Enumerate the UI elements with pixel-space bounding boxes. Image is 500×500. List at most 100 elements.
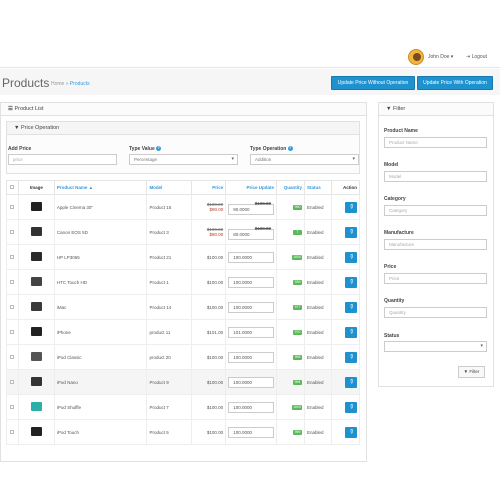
price-update-input[interactable]: 100.0000 bbox=[228, 376, 275, 388]
filter-input[interactable]: Price bbox=[384, 273, 487, 284]
action-cell: ✎ bbox=[330, 194, 361, 220]
product-list-heading: ☰ Product List bbox=[1, 103, 366, 116]
filter-icon: ▼ bbox=[386, 106, 392, 112]
row-checkbox[interactable] bbox=[10, 254, 15, 259]
action-cell: ✎ bbox=[330, 369, 361, 395]
status-cell: Enabled bbox=[304, 344, 332, 370]
image-cell bbox=[17, 294, 55, 320]
edit-button[interactable]: ✎ bbox=[345, 326, 357, 338]
type-operation-selected: Addition bbox=[255, 157, 272, 162]
price-update-cell: 100.0000 bbox=[225, 244, 278, 270]
price-update-input[interactable]: $100.00 80.0000 bbox=[228, 226, 275, 240]
model-cell: Product 7 bbox=[146, 394, 193, 420]
page-title: Products bbox=[2, 76, 50, 90]
filter-label: Quantity bbox=[384, 298, 405, 304]
price-update-input[interactable]: 100.0000 bbox=[228, 351, 275, 363]
help-icon: ? bbox=[156, 146, 162, 152]
filter-input[interactable]: Manufacture bbox=[384, 239, 487, 250]
edit-button[interactable]: ✎ bbox=[345, 201, 357, 213]
filter-input[interactable]: Quantity bbox=[384, 307, 487, 318]
row-checkbox[interactable] bbox=[10, 229, 15, 234]
quantity-header[interactable]: Quantity bbox=[276, 180, 306, 195]
row-checkbox[interactable] bbox=[10, 354, 15, 359]
price-cell: $100.00 $90.00 bbox=[191, 194, 227, 220]
price-update-input[interactable]: 100.0000 bbox=[228, 251, 275, 263]
product-name-cell: Canon EOS 5D bbox=[53, 219, 148, 245]
update-price-with-operation-button[interactable]: Update Price With Operation bbox=[417, 76, 493, 90]
edit-button[interactable]: ✎ bbox=[345, 426, 357, 438]
row-checkbox[interactable] bbox=[10, 304, 15, 309]
price-cell: $100.00 bbox=[191, 394, 227, 420]
row-checkbox[interactable] bbox=[10, 379, 15, 384]
filter-title: Filter bbox=[392, 106, 406, 112]
edit-button[interactable]: ✎ bbox=[345, 401, 357, 413]
type-value-select[interactable]: Percentage ▾ bbox=[129, 154, 238, 165]
table-row: Canon EOS 5D Product 3 $100.00 $80.00 $10… bbox=[6, 219, 361, 245]
table-row: HTC Touch HD Product 1 $100.00 100.0000 … bbox=[6, 269, 361, 295]
edit-button[interactable]: ✎ bbox=[345, 376, 357, 388]
price-update-input[interactable]: 100.0000 bbox=[228, 276, 275, 288]
add-price-input[interactable]: price bbox=[8, 154, 117, 165]
price-update-input[interactable]: 100.0000 bbox=[228, 426, 275, 438]
user-avatar[interactable] bbox=[408, 49, 424, 65]
edit-button[interactable]: ✎ bbox=[345, 301, 357, 313]
price-update-header[interactable]: Price Update bbox=[225, 180, 278, 195]
table-header-row: Image Product Name ▲ Model Price Price U… bbox=[6, 180, 361, 195]
filter-heading: ▼ Filter bbox=[379, 103, 493, 116]
price-value: $100.00 bbox=[206, 429, 224, 435]
filter-input[interactable]: Product Name bbox=[384, 137, 487, 148]
breadcrumb-current[interactable]: Products bbox=[70, 81, 90, 87]
price-value: $100.00 bbox=[206, 254, 224, 260]
table-row: iPod Touch Product 5 $100.00 100.0000 99… bbox=[6, 419, 361, 445]
action-cell: ✎ bbox=[330, 394, 361, 420]
price-header[interactable]: Price bbox=[191, 180, 227, 195]
chevron-down-icon: ▾ bbox=[450, 54, 454, 60]
price-update-cell: 100.0000 bbox=[225, 294, 278, 320]
edit-button[interactable]: ✎ bbox=[345, 351, 357, 363]
price-special: $80.00 bbox=[209, 232, 224, 237]
logout-link[interactable]: ⇥ Logout bbox=[466, 54, 487, 60]
type-operation-select[interactable]: Addition ▾ bbox=[250, 154, 359, 165]
filter-label: Product Name bbox=[384, 128, 418, 134]
user-name[interactable]: John Doe bbox=[428, 54, 449, 60]
status-header[interactable]: Status bbox=[304, 180, 332, 195]
row-checkbox[interactable] bbox=[10, 279, 15, 284]
price-value: $100.00 bbox=[206, 379, 224, 385]
price-update-input[interactable]: 100.0000 bbox=[228, 401, 275, 413]
row-checkbox[interactable] bbox=[10, 204, 15, 209]
edit-button[interactable]: ✎ bbox=[345, 226, 357, 238]
image-cell bbox=[17, 219, 55, 245]
filter-button[interactable]: ▼ Filter bbox=[458, 366, 485, 378]
filter-input[interactable]: Category bbox=[384, 205, 487, 216]
add-price-label: Add Price bbox=[8, 146, 32, 152]
model-header[interactable]: Model bbox=[146, 180, 193, 195]
price-update-cell: $100.00 80.0000 bbox=[225, 219, 278, 245]
row-checkbox[interactable] bbox=[10, 429, 15, 434]
model-cell: Product 15 bbox=[146, 194, 193, 220]
row-checkbox[interactable] bbox=[10, 329, 15, 334]
status-select[interactable]: ▾ bbox=[384, 341, 487, 352]
price-update-input[interactable]: 101.0000 bbox=[228, 326, 275, 338]
select-all-checkbox[interactable] bbox=[10, 185, 15, 189]
quantity-badge: 994 bbox=[293, 380, 303, 385]
price-update-value: 100.0000 bbox=[233, 279, 252, 285]
update-price-without-operation-button[interactable]: Update Price Without Operation bbox=[331, 76, 415, 90]
row-checkbox[interactable] bbox=[10, 404, 15, 409]
image-cell bbox=[17, 394, 55, 420]
price-update-value: 100.0000 bbox=[233, 304, 252, 310]
row-select-cell bbox=[6, 244, 19, 270]
user-menu[interactable]: John Doe ▾ bbox=[428, 54, 453, 60]
filter-input[interactable]: Model bbox=[384, 171, 487, 182]
product-name-cell: iMac bbox=[53, 294, 148, 320]
action-cell: ✎ bbox=[330, 294, 361, 320]
price-update-input[interactable]: 100.0000 bbox=[228, 301, 275, 313]
price-update-input[interactable]: $100.00 90.0000 bbox=[228, 201, 275, 215]
action-cell: ✎ bbox=[330, 344, 361, 370]
image-cell bbox=[17, 194, 55, 220]
help-icon: ? bbox=[287, 146, 293, 152]
edit-button[interactable]: ✎ bbox=[345, 276, 357, 288]
price-cell: $100.00 bbox=[191, 269, 227, 295]
product-name-header[interactable]: Product Name ▲ bbox=[53, 180, 148, 195]
breadcrumb-home[interactable]: Home bbox=[51, 81, 64, 87]
edit-button[interactable]: ✎ bbox=[345, 251, 357, 263]
